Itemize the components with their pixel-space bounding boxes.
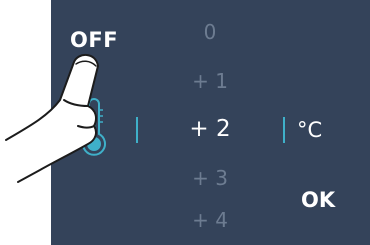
- selection-divider-right: [283, 117, 285, 143]
- pointing-hand-icon: [5, 54, 99, 183]
- unit-label: °C: [297, 118, 323, 142]
- temperature-option[interactable]: + 4: [180, 208, 240, 232]
- screen: OFF 0 + 1 + 2 + 3 + 4 °C OK: [0, 0, 370, 245]
- ok-button[interactable]: OK: [301, 188, 335, 212]
- temperature-option[interactable]: + 1: [180, 69, 240, 93]
- temperature-option[interactable]: 0: [180, 20, 240, 44]
- selection-divider-left: [136, 117, 138, 143]
- temperature-option[interactable]: + 3: [180, 166, 240, 190]
- temperature-option-selected[interactable]: + 2: [180, 116, 240, 142]
